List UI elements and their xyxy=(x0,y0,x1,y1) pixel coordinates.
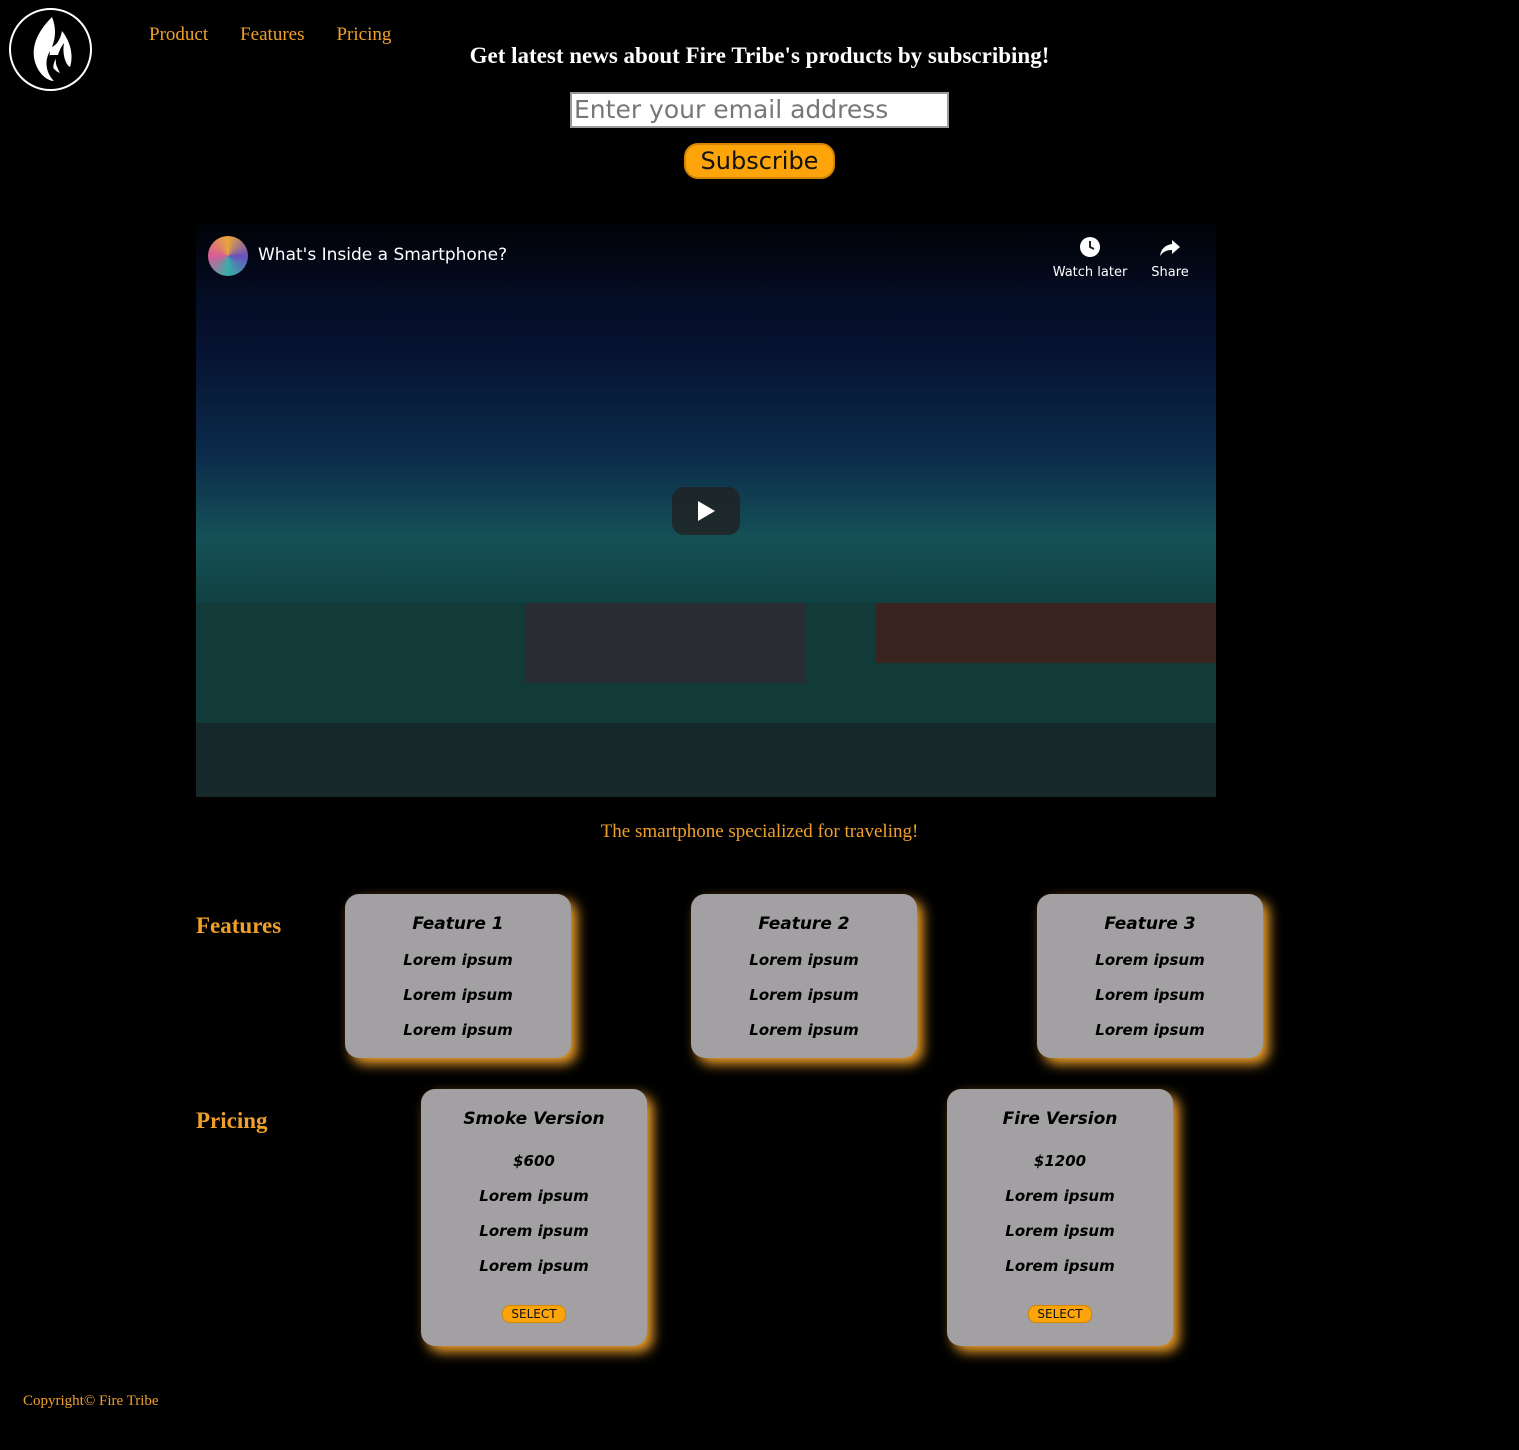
pricing-card-smoke: Smoke Version $600 Lorem ipsum Lorem ips… xyxy=(421,1089,647,1346)
email-input[interactable]: Enter your email address xyxy=(570,92,949,128)
feature-item: Lorem ipsum xyxy=(749,1021,859,1039)
feature-title: Feature 1 xyxy=(412,914,504,934)
price-label: $1200 xyxy=(1033,1152,1087,1170)
feature-item: Lorem ipsum xyxy=(1095,1021,1205,1039)
product-tagline: The smartphone specialized for traveling… xyxy=(600,821,919,842)
feature-title: Feature 3 xyxy=(1104,914,1196,934)
select-fire-button[interactable]: SELECT xyxy=(1028,1305,1092,1323)
circuit-board-image xyxy=(196,603,1216,797)
feature-card: Feature 2 Lorem ipsum Lorem ipsum Lorem … xyxy=(691,894,917,1058)
feature-card: Feature 3 Lorem ipsum Lorem ipsum Lorem … xyxy=(1037,894,1263,1058)
price-label: $600 xyxy=(513,1152,555,1170)
feature-item: Lorem ipsum xyxy=(403,986,513,1004)
feature-item: Lorem ipsum xyxy=(403,1021,513,1039)
share-button[interactable]: Share xyxy=(1130,235,1210,280)
video-player[interactable]: What's Inside a Smartphone? Watch later … xyxy=(196,223,1216,797)
feature-card: Feature 1 Lorem ipsum Lorem ipsum Lorem … xyxy=(345,894,571,1058)
select-smoke-button[interactable]: SELECT xyxy=(502,1305,566,1323)
pricing-heading: Pricing xyxy=(196,1108,268,1133)
features-heading: Features xyxy=(196,913,282,938)
video-title[interactable]: What's Inside a Smartphone? xyxy=(258,245,507,265)
footer-copyright: Copyright© Fire Tribe xyxy=(23,1393,159,1409)
feature-item: Lorem ipsum xyxy=(749,986,859,1004)
feature-item: Lorem ipsum xyxy=(403,951,513,969)
clock-icon xyxy=(1080,237,1100,257)
subscribe-heading: Get latest news about Fire Tribe's produ… xyxy=(469,43,1050,68)
play-icon xyxy=(698,501,715,521)
share-icon xyxy=(1160,240,1180,256)
feature-item: Lorem ipsum xyxy=(1095,986,1205,1004)
pricing-title: Fire Version xyxy=(1002,1109,1118,1129)
pricing-item: Lorem ipsum xyxy=(479,1187,589,1205)
share-label: Share xyxy=(1151,265,1189,280)
subscribe-button[interactable]: Subscribe xyxy=(684,143,835,179)
feature-item: Lorem ipsum xyxy=(1095,951,1205,969)
pricing-item: Lorem ipsum xyxy=(479,1222,589,1240)
play-button[interactable] xyxy=(672,487,740,535)
pricing-item: Lorem ipsum xyxy=(479,1257,589,1275)
pricing-card-fire: Fire Version $1200 Lorem ipsum Lorem ips… xyxy=(947,1089,1173,1346)
pricing-item: Lorem ipsum xyxy=(1005,1222,1115,1240)
feature-item: Lorem ipsum xyxy=(749,951,859,969)
watch-later-label: Watch later xyxy=(1052,265,1128,280)
pricing-item: Lorem ipsum xyxy=(1005,1187,1115,1205)
feature-title: Feature 2 xyxy=(758,914,850,934)
pricing-item: Lorem ipsum xyxy=(1005,1257,1115,1275)
watch-later-button[interactable]: Watch later xyxy=(1050,235,1130,280)
pricing-title: Smoke Version xyxy=(463,1109,605,1129)
channel-avatar[interactable] xyxy=(208,236,248,276)
